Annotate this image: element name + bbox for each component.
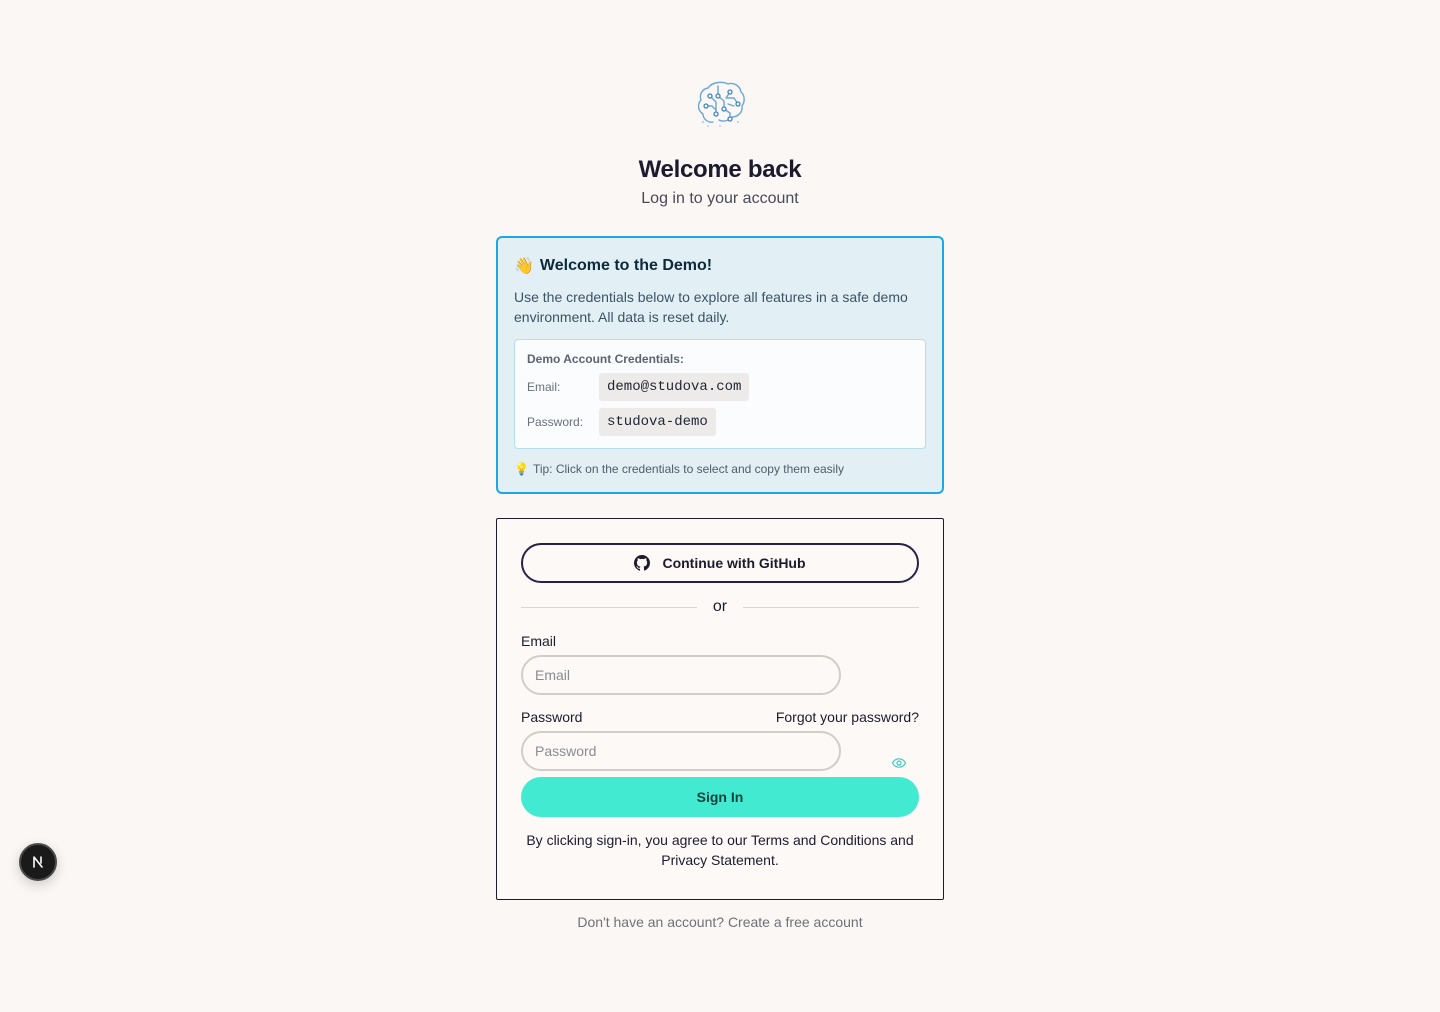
show-password-eye-icon[interactable]: [891, 755, 907, 771]
forgot-password-link[interactable]: Forgot your password?: [776, 709, 919, 725]
email-input[interactable]: [521, 655, 841, 695]
demo-tip: 💡 Tip: Click on the credentials to selec…: [514, 462, 926, 476]
page-subtitle: Log in to your account: [641, 190, 799, 207]
demo-heading: 👋 Welcome to the Demo!: [514, 256, 926, 276]
github-button-label: Continue with GitHub: [662, 555, 806, 571]
password-label: Password: [521, 709, 583, 725]
login-page: Welcome back Log in to your account 👋 We…: [0, 0, 1440, 1012]
credentials-title: Demo Account Credentials:: [527, 352, 684, 366]
terms-notice: By clicking sign-in, you agree to our Te…: [526, 832, 914, 868]
lightbulb-icon: 💡: [514, 462, 529, 476]
divider-text: or: [712, 598, 728, 615]
login-form-card: Continue with GitHub or Email Password F…: [496, 518, 944, 900]
demo-description: Use the credentials below to explore all…: [514, 289, 908, 325]
credential-row-password: Password: studova-demo: [527, 408, 913, 436]
email-label: Email: [521, 633, 557, 649]
credential-password-label: Password:: [527, 415, 584, 429]
or-divider: or: [521, 598, 920, 616]
sign-in-button[interactable]: Sign In: [521, 777, 919, 817]
page-title: Welcome back: [638, 156, 802, 183]
nextjs-dev-badge[interactable]: [19, 843, 57, 881]
password-label-row: Password Forgot your password?: [521, 709, 919, 725]
demo-heading-text: Welcome to the Demo!: [539, 257, 713, 274]
divider-line-right: [743, 606, 920, 608]
credential-row-email: Email: demo@studova.com: [527, 373, 913, 401]
demo-info-card: 👋 Welcome to the Demo! Use the credentia…: [496, 236, 944, 494]
credential-email-label: Email:: [527, 380, 561, 394]
demo-tip-text: Tip: Click on the credentials to select …: [532, 462, 844, 476]
credentials-box: Demo Account Credentials: Email: demo@st…: [514, 339, 926, 449]
brain-circuit-icon: [697, 81, 745, 127]
password-input[interactable]: [521, 731, 841, 771]
github-icon: [634, 555, 651, 571]
credential-password-value[interactable]: studova-demo: [599, 408, 716, 436]
create-account-link[interactable]: Don't have an account? Create a free acc…: [0, 914, 1440, 930]
password-field-wrapper: [521, 725, 919, 771]
nextjs-logo-icon: [33, 856, 43, 868]
divider-line-left: [521, 606, 697, 608]
github-login-button[interactable]: Continue with GitHub: [521, 543, 919, 583]
waving-hand-icon: 👋: [514, 258, 534, 275]
credential-email-value[interactable]: demo@studova.com: [599, 373, 750, 401]
